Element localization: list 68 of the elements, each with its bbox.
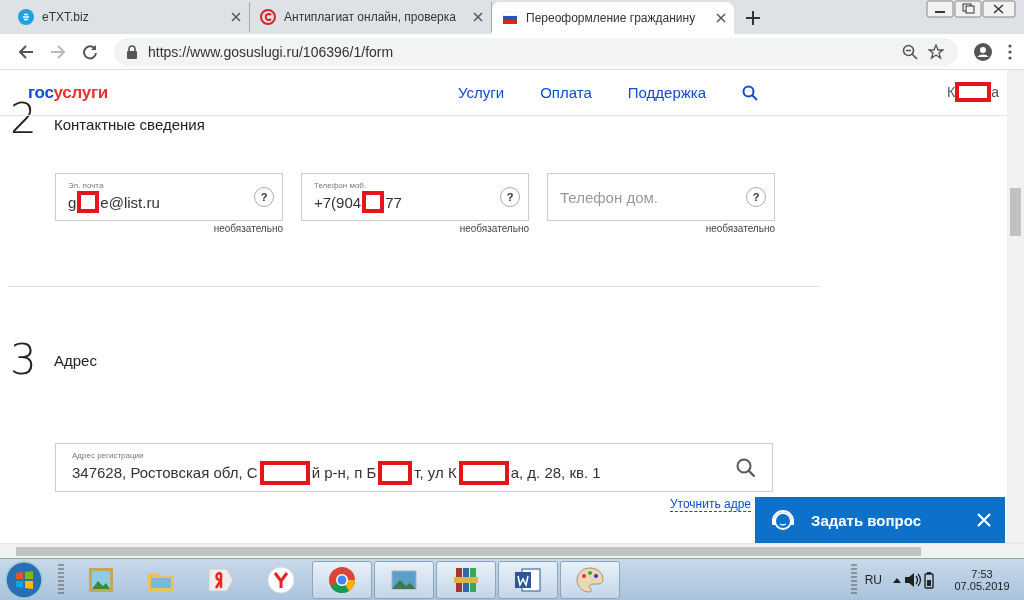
field-value: й р-н, п Б — [311, 464, 377, 481]
nav-link[interactable]: Оплата — [540, 84, 592, 101]
copyright-icon — [260, 9, 276, 25]
account-icon[interactable] — [974, 42, 992, 61]
close-icon[interactable] — [231, 12, 241, 22]
redaction-mark — [362, 191, 385, 213]
optional-hint: необязательно — [705, 223, 775, 234]
field-value: e@list.ru — [100, 193, 160, 211]
input-field[interactable]: Эл. почта g e@list.ru ? — [55, 173, 283, 221]
nav-link[interactable]: Поддержка — [627, 84, 706, 101]
browser-tab[interactable]: Переоформление гражданину — [492, 2, 734, 34]
redaction-mark — [955, 82, 992, 102]
language-indicator[interactable]: RU — [864, 572, 882, 587]
lock-icon — [126, 44, 138, 59]
redaction-mark — [77, 191, 100, 213]
chat-widget[interactable]: Задать вопрос — [755, 497, 1005, 543]
field-label: Адрес регистрации — [72, 450, 145, 460]
user-name: а — [991, 84, 999, 100]
start-button-icon[interactable] — [4, 559, 44, 600]
close-icon[interactable] — [473, 12, 483, 22]
section-title: Адрес — [54, 351, 97, 369]
field-placeholder: Телефон дом. — [560, 188, 659, 206]
field-value: т, ул К — [414, 464, 457, 481]
browser-tab[interactable]: eTXT.biz — [8, 2, 250, 32]
input-field[interactable]: Телефон моб. +7(904 77 ? — [301, 173, 529, 221]
step-number: 3 — [10, 339, 38, 381]
field-label: Эл. почта — [68, 181, 105, 190]
optional-hint: необязательно — [213, 223, 283, 234]
taskbar-app[interactable] — [312, 560, 372, 599]
redaction-mark — [259, 460, 310, 485]
taskbar-app[interactable] — [374, 560, 434, 599]
new-tab-icon[interactable] — [746, 11, 760, 25]
search-icon[interactable] — [742, 84, 758, 101]
vertical-scrollbar[interactable] — [1007, 70, 1024, 543]
field-value: 77 — [385, 193, 402, 211]
site-icon — [18, 9, 34, 25]
nav-link[interactable]: Услуги — [458, 84, 505, 101]
field-value: а, д. 28, кв. 1 — [510, 464, 601, 481]
address-field[interactable]: Адрес регистрации 347628, Ростовская обл, С й р-н, п Б т, ул К а, д. 28, кв. 1 — [55, 443, 773, 492]
redaction-mark — [378, 460, 413, 485]
close-icon[interactable] — [716, 13, 726, 23]
taskbar-app[interactable] — [498, 560, 558, 599]
section-title: Контактные сведения — [54, 115, 205, 133]
field-value: +7(904 — [314, 193, 362, 211]
search-icon[interactable] — [736, 457, 756, 478]
zoom-out-icon[interactable] — [902, 43, 918, 60]
window-controls[interactable] — [926, 0, 1016, 18]
field-label: Телефон моб. — [314, 181, 368, 190]
taskbar-app[interactable] — [436, 560, 496, 599]
reload-icon[interactable] — [82, 43, 98, 60]
back-icon[interactable] — [18, 43, 34, 60]
horizontal-scrollbar[interactable] — [0, 543, 1024, 558]
clock-date[interactable]: 07.05.2019 — [954, 579, 1010, 592]
address-bar[interactable]: https://www.gosuslugi.ru/106396/1/form — [114, 37, 958, 66]
clock-time[interactable]: 7:53 — [971, 567, 993, 580]
field-value: 347628, Ростовская обл, С — [72, 464, 258, 481]
menu-icon[interactable] — [1008, 43, 1012, 60]
input-field[interactable]: Телефон дом. ? — [547, 173, 775, 221]
volume-icon[interactable] — [904, 571, 922, 588]
field-value: g — [68, 193, 77, 211]
clarify-address-link[interactable]: Уточнить адре — [669, 497, 751, 512]
star-icon[interactable] — [928, 43, 944, 60]
optional-hint: необязательно — [459, 223, 529, 234]
battery-icon[interactable] — [924, 570, 934, 589]
y-browser-icon — [265, 563, 297, 596]
flag-icon — [502, 10, 518, 26]
user-name: К — [947, 84, 956, 100]
redaction-mark — [458, 460, 509, 485]
